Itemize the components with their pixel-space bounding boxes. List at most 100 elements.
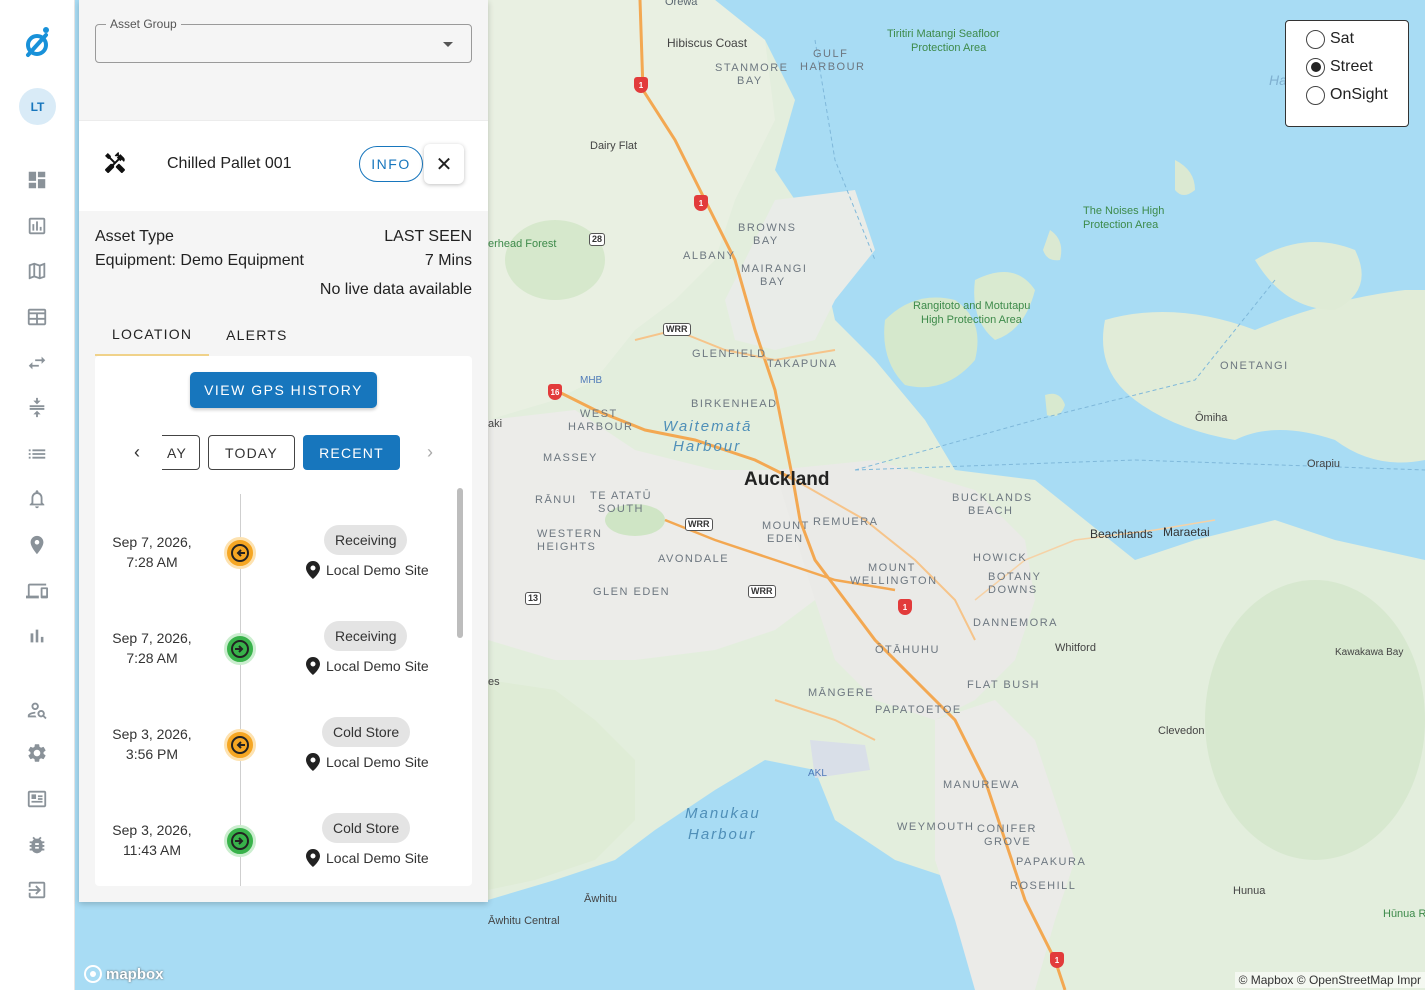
- map-label: WEST: [580, 408, 618, 420]
- map-label: Āwhitu Central: [488, 915, 560, 927]
- mapbox-wordmark: mapbox: [106, 965, 164, 983]
- layer-option-sat[interactable]: Sat: [1306, 25, 1408, 53]
- map-label: PAPATOETOE: [875, 704, 962, 716]
- table-icon: [27, 308, 47, 326]
- info-button[interactable]: INFO: [359, 146, 423, 182]
- nav-transfer[interactable]: [24, 350, 50, 376]
- timeline-event[interactable]: Sep 3, 2026, 11:43 AM Cold Store Local De…: [95, 776, 455, 872]
- filter-recent-button[interactable]: RECENT: [303, 435, 400, 470]
- map-label: AVONDALE: [658, 553, 730, 565]
- map-label: GROVE: [984, 836, 1032, 848]
- map-label: FLAT BUSH: [967, 679, 1040, 691]
- asset-group-select[interactable]: Asset Group: [95, 17, 472, 63]
- map-label: Harbour: [688, 826, 757, 843]
- tab-location[interactable]: LOCATION: [95, 314, 210, 356]
- map-label: Kawakawa Bay: [1335, 647, 1404, 658]
- highway-shield: 1: [898, 599, 912, 615]
- nav-compare[interactable]: [24, 395, 50, 421]
- map-label: Maraetai: [1163, 525, 1210, 539]
- last-seen-label: LAST SEEN: [384, 228, 472, 245]
- nav-id-card[interactable]: [24, 786, 50, 812]
- map-attribution[interactable]: © Mapbox © OpenStreetMap Impr: [1234, 972, 1425, 988]
- map-label: AKL: [808, 768, 827, 779]
- map-label: Hibiscus Coast: [667, 36, 748, 50]
- close-button[interactable]: ✕: [424, 144, 464, 184]
- bar-chart-icon: [30, 629, 44, 643]
- map-label: BAY: [760, 276, 786, 288]
- nav-locations[interactable]: [24, 532, 50, 558]
- filter-partial-button[interactable]: AY: [162, 435, 200, 470]
- map-label: Hunua: [1233, 885, 1266, 897]
- layer-option-label: Sat: [1330, 30, 1355, 47]
- dropdown-arrow-icon: [443, 42, 453, 47]
- event-datetime: Sep 3, 2026, 3:56 PM: [95, 724, 209, 764]
- enter-icon: [231, 832, 249, 850]
- event-date: Sep 3, 2026,: [112, 822, 192, 838]
- nav-debug[interactable]: [24, 832, 50, 858]
- timeline-event[interactable]: Sep 3, 2026, 3:56 PM Cold Store Local Dem…: [95, 680, 455, 776]
- timeline-event[interactable]: Sep 7, 2026, 7:28 AM Receiving Local Demo…: [95, 584, 455, 680]
- nav-logout[interactable]: [24, 877, 50, 903]
- chevron-left-icon[interactable]: ‹: [127, 442, 147, 463]
- event-date: Sep 7, 2026,: [112, 630, 192, 646]
- location-chip: Cold Store: [322, 717, 411, 747]
- nav-analytics[interactable]: [24, 623, 50, 649]
- highway-shield: 16: [548, 384, 562, 400]
- nav-user-settings[interactable]: [24, 697, 50, 723]
- logout-icon: [28, 881, 46, 899]
- event-site-label: Local Demo Site: [326, 562, 429, 578]
- map-layer-toggle: Sat Street OnSight: [1285, 20, 1409, 127]
- asset-panel: Asset Group Chilled Pallet 001 INFO ✕ As…: [79, 0, 488, 902]
- id-card-icon: [27, 790, 47, 808]
- nav-table[interactable]: [24, 304, 50, 330]
- event-time: 7:28 AM: [126, 650, 178, 666]
- map-label: Harbour: [673, 438, 742, 455]
- timeline-event[interactable]: Sep 7, 2026, 7:28 AM Receiving Local Demo…: [95, 488, 455, 584]
- map-label: WESTERN: [537, 528, 603, 540]
- gear-icon: [28, 744, 46, 762]
- avatar[interactable]: LT: [19, 88, 56, 125]
- nav-settings[interactable]: [24, 740, 50, 766]
- nav-list[interactable]: [24, 441, 50, 467]
- map-label: Beachlands: [1090, 527, 1153, 541]
- user-settings-icon: [27, 702, 47, 720]
- location-chip: Receiving: [324, 525, 408, 555]
- bell-icon: [29, 490, 45, 509]
- map-label: Tiritiri Matangi Seafloor: [887, 28, 1000, 40]
- nav-dashboard[interactable]: [24, 167, 50, 193]
- map-label: erhead Forest: [488, 238, 557, 250]
- map-label: GLENFIELD: [692, 348, 767, 360]
- highway-shield: 1: [694, 195, 708, 211]
- event-site: Local Demo Site: [306, 849, 429, 867]
- list-icon: [28, 449, 46, 459]
- tab-alerts[interactable]: ALERTS: [209, 314, 304, 356]
- map-label: GLEN EDEN: [593, 586, 671, 598]
- orbit-logo-icon[interactable]: [22, 22, 52, 62]
- map-label: SOUTH: [598, 503, 644, 515]
- timeline-scrollbar[interactable]: [457, 488, 463, 638]
- map-label: Orapiu: [1307, 458, 1341, 470]
- nav-devices[interactable]: [24, 578, 50, 604]
- nav-alerts[interactable]: [24, 486, 50, 512]
- location-pin-icon: [306, 849, 320, 867]
- layer-option-street[interactable]: Street: [1306, 53, 1408, 81]
- road-shield: WRR: [748, 585, 776, 598]
- location-chip: Cold Store: [322, 813, 411, 843]
- exit-icon: [231, 736, 249, 754]
- transfer-icon: [28, 356, 46, 370]
- chevron-right-icon[interactable]: ›: [420, 442, 440, 463]
- layer-option-onsight[interactable]: OnSight: [1306, 81, 1408, 109]
- nav-reports[interactable]: [24, 213, 50, 239]
- event-datetime: Sep 3, 2026, 11:43 AM: [95, 820, 209, 860]
- filter-today-button[interactable]: TODAY: [208, 435, 295, 470]
- enter-event-marker: [224, 633, 256, 665]
- location-pin-icon: [306, 657, 320, 675]
- location-pin-icon: [30, 535, 44, 555]
- map-label: MANUREWA: [943, 779, 1020, 791]
- mapbox-logo[interactable]: mapbox: [83, 964, 164, 984]
- event-site: Local Demo Site: [306, 561, 429, 579]
- event-site-label: Local Demo Site: [326, 754, 429, 770]
- map-label: DANNEMORA: [973, 617, 1059, 629]
- view-gps-history-button[interactable]: VIEW GPS HISTORY: [190, 372, 377, 408]
- nav-map[interactable]: [24, 258, 50, 284]
